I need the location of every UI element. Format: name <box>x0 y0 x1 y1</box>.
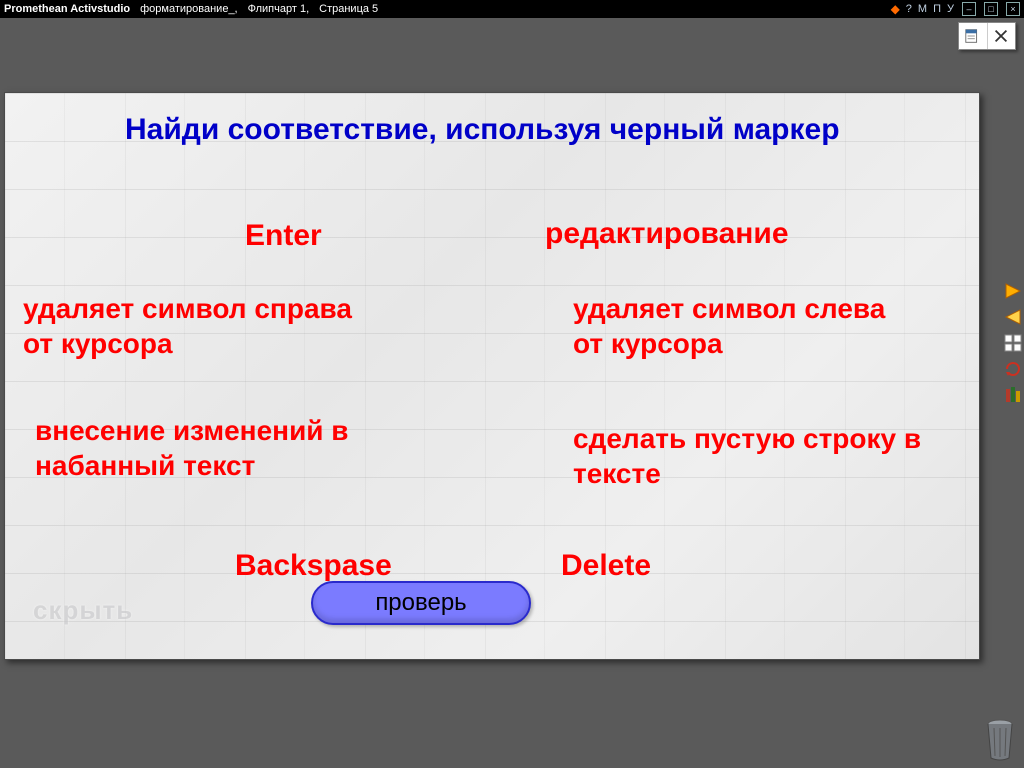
doc-name: форматирование_, <box>140 0 238 18</box>
hide-button[interactable]: скрыть <box>33 595 133 626</box>
next-page-arrow-icon[interactable] <box>1002 280 1024 302</box>
page-thumb-icon[interactable] <box>959 23 988 49</box>
label-delete-left[interactable]: удаляет символ слева от курсора <box>573 291 913 361</box>
label-make-changes[interactable]: внесение изменений в набанный текст <box>35 413 355 483</box>
help-button[interactable]: ? <box>906 0 912 18</box>
task-heading: Найди соответствие, используя черный мар… <box>125 111 865 149</box>
menu-u-button[interactable]: У <box>947 0 954 18</box>
toolbar-close-icon[interactable] <box>988 23 1016 49</box>
label-backspace[interactable]: Backspase <box>235 549 392 583</box>
titlebar: Promethean Activstudio форматирование_, … <box>0 0 1024 18</box>
flipchart-page[interactable]: Найди соответствие, используя черный мар… <box>4 92 980 660</box>
minimize-button[interactable]: – <box>962 2 976 16</box>
close-button[interactable]: × <box>1006 2 1020 16</box>
label-delete-right[interactable]: удаляет символ справа от курсора <box>23 291 363 361</box>
label-editing[interactable]: редактирование <box>545 217 789 251</box>
flipchart-name: Флипчарт 1, <box>248 0 310 18</box>
page-browser-icon[interactable] <box>1002 332 1024 354</box>
app-name: Promethean Activstudio <box>4 0 130 18</box>
promethean-flame-icon[interactable]: ◆ <box>891 0 900 18</box>
maximize-button[interactable]: □ <box>984 2 998 16</box>
label-delete[interactable]: Delete <box>561 549 651 583</box>
trash-bin-icon[interactable] <box>982 716 1018 762</box>
refresh-icon[interactable] <box>1002 358 1024 380</box>
check-button[interactable]: проверь <box>311 581 531 625</box>
label-empty-line[interactable]: сделать пустую строку в тексте <box>573 421 933 491</box>
mini-toolbar[interactable] <box>958 22 1016 50</box>
page-number: Страница 5 <box>319 0 378 18</box>
menu-m-button[interactable]: М <box>918 0 927 18</box>
prev-page-arrow-icon[interactable] <box>1002 306 1024 328</box>
label-enter[interactable]: Enter <box>245 219 322 253</box>
edge-toolstrip <box>1002 280 1024 406</box>
menu-p-button[interactable]: П <box>933 0 941 18</box>
resources-books-icon[interactable] <box>1002 384 1024 406</box>
